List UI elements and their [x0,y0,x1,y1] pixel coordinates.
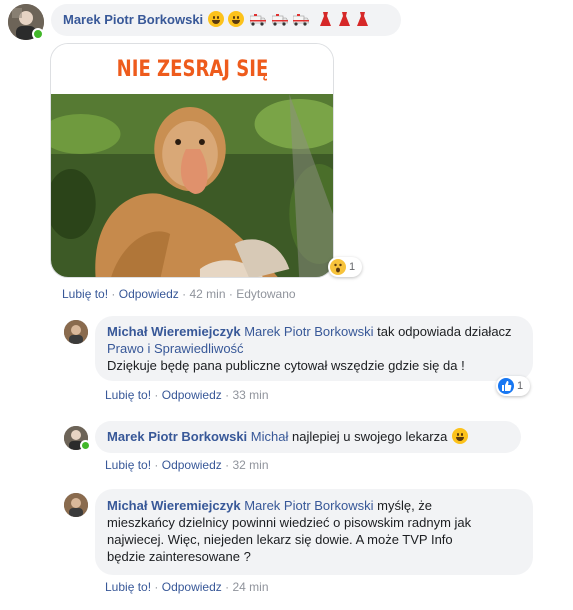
reaction-pill-2[interactable]: 1 [496,376,530,396]
timestamp[interactable]: 32 min [232,458,268,472]
reply-text: tak odpowiada działacz [377,324,512,339]
meme-caption-area: NIE ZESRAJ SIĘ [51,44,333,94]
reply-author[interactable]: Michał Wieremiejczyk [107,498,241,513]
reply-actions-2: Lubię to! · Odpowiedz · 32 min [105,458,269,472]
reply-text: będzie zainteresowane ? [107,549,251,564]
reply-text: myślę, że [377,498,433,513]
reply-bubble-3: Michał Wieremiejczyk Marek Piotr Borkows… [95,489,533,575]
proboscis-monkey-photo [51,94,333,277]
timestamp[interactable]: 24 min [232,580,268,594]
meme-image[interactable]: NIE ZESRAJ SIĘ [50,43,334,278]
timestamp[interactable]: 42 min [189,287,225,301]
comment-author[interactable]: Marek Piotr Borkowski [63,12,203,27]
meme-caption: NIE ZESRAJ SIĘ [116,56,268,82]
comment-actions-1: Lubię to! · Odpowiedz · 42 min · Edytowa… [62,287,296,301]
reply-author[interactable]: Marek Piotr Borkowski [107,429,247,444]
edited-label[interactable]: Edytowano [236,287,295,301]
reply-bubble-2: Marek Piotr Borkowski Michał najlepiej u… [95,421,521,453]
reply-text: najwiecej. Więc, niejeden lekarz się dow… [107,532,453,547]
online-indicator [80,440,91,451]
emoji-row [207,11,369,27]
reply-link[interactable]: Odpowiedz [162,388,222,402]
reply-text: Dziękuje będę pana publiczne cytował wsz… [107,358,465,373]
like-link[interactable]: Lubię to! [105,580,151,594]
grinning-face-icon [228,11,245,27]
reaction-count: 1 [517,380,524,392]
ambulance-icon [271,14,288,26]
page-link[interactable]: Prawo i Sprawiedliwość [107,341,244,356]
grinning-face-icon [451,428,468,444]
red-dress-icon [338,12,350,26]
like-thumb-icon [498,378,514,394]
mention-link[interactable]: Michał [251,429,289,444]
reply-author[interactable]: Michał Wieremiejczyk [107,324,241,339]
timestamp[interactable]: 33 min [232,388,268,402]
online-indicator [32,28,44,40]
mention-link[interactable]: Marek Piotr Borkowski [244,498,373,513]
ambulance-icon [293,14,310,26]
reply-bubble-1: Michał Wieremiejczyk Marek Piotr Borkows… [95,316,533,381]
like-link[interactable]: Lubię to! [62,287,108,301]
avatar-michal[interactable] [64,493,88,517]
reaction-count: 1 [349,261,356,273]
like-link[interactable]: Lubię to! [105,388,151,402]
reply-link[interactable]: Odpowiedz [119,287,179,301]
comment-bubble-1: Marek Piotr Borkowski [51,4,401,36]
reply-actions-1: Lubię to! · Odpowiedz · 33 min [105,388,269,402]
grinning-face-icon [207,11,224,27]
reply-actions-3: Lubię to! · Odpowiedz · 24 min [105,580,269,594]
reply-text: najlepiej u swojego lekarza [291,429,448,444]
red-dress-icon [319,12,331,26]
wow-face-icon [330,259,346,275]
red-dress-icon [357,12,369,26]
like-link[interactable]: Lubię to! [105,458,151,472]
reply-link[interactable]: Odpowiedz [162,458,222,472]
mention-link[interactable]: Marek Piotr Borkowski [244,324,373,339]
reply-link[interactable]: Odpowiedz [162,580,222,594]
ambulance-icon [250,14,267,26]
reaction-pill-1[interactable]: 1 [328,257,362,277]
avatar-michal[interactable] [64,320,88,344]
reply-text: mieszkańcy dzielnicy powinni wiedzieć o … [107,515,472,530]
